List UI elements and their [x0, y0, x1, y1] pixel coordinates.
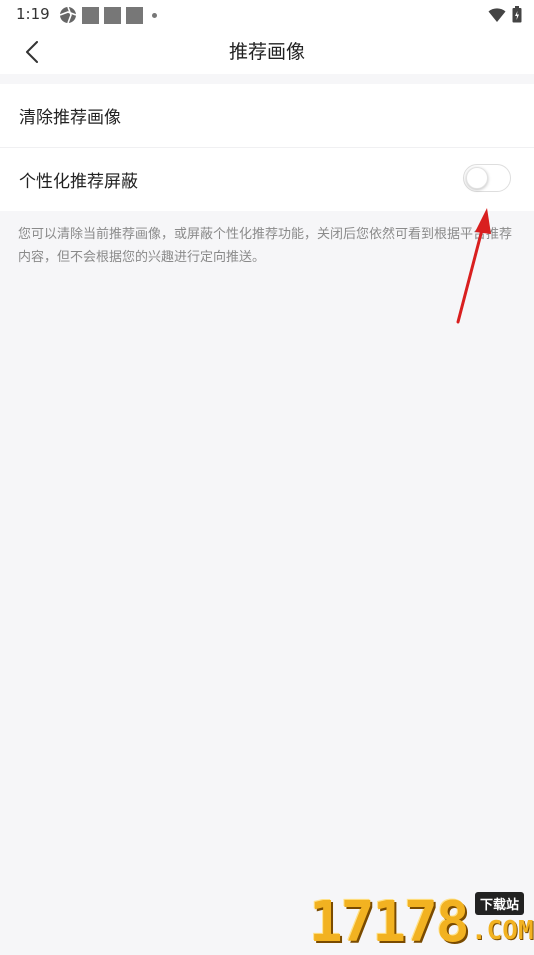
watermark-domain: .COM: [471, 916, 534, 946]
watermark-badge: 下载站: [475, 892, 525, 915]
wifi-icon: [488, 7, 506, 22]
status-notification-icons: [59, 6, 157, 24]
more-notifications-dot-icon: [152, 12, 157, 18]
clear-recommendation-profile-label: 清除推荐画像: [19, 108, 121, 128]
battery-icon: [512, 6, 522, 23]
page-title: 推荐画像: [228, 41, 305, 63]
watermark-digits: 17178: [309, 890, 470, 955]
clear-recommendation-profile-row[interactable]: 清除推荐画像: [0, 84, 534, 147]
description-text: 您可以清除当前推荐画像，或屏蔽个性化推荐功能，关闭后您依然可看到根据平台推荐内容…: [18, 227, 513, 265]
toggle-knob: [466, 167, 488, 189]
aperture-icon: [59, 6, 77, 24]
watermark-logo: 17178 下载站 .COM: [309, 888, 534, 955]
nav-bar: 推荐画像: [0, 30, 534, 74]
notification-square-icon: [126, 6, 143, 24]
status-system-icons: [488, 6, 522, 23]
status-bar: 1:19: [0, 0, 534, 30]
personalized-recommendation-toggle[interactable]: [463, 164, 511, 192]
notification-square-icon: [104, 6, 121, 24]
status-time: 1:19: [16, 5, 50, 23]
personalized-recommendation-block-label: 个性化推荐屏蔽: [19, 172, 138, 192]
personalized-recommendation-block-row: 个性化推荐屏蔽: [0, 148, 534, 211]
settings-card: 清除推荐画像 个性化推荐屏蔽: [0, 84, 534, 211]
notification-square-icon: [82, 6, 99, 24]
